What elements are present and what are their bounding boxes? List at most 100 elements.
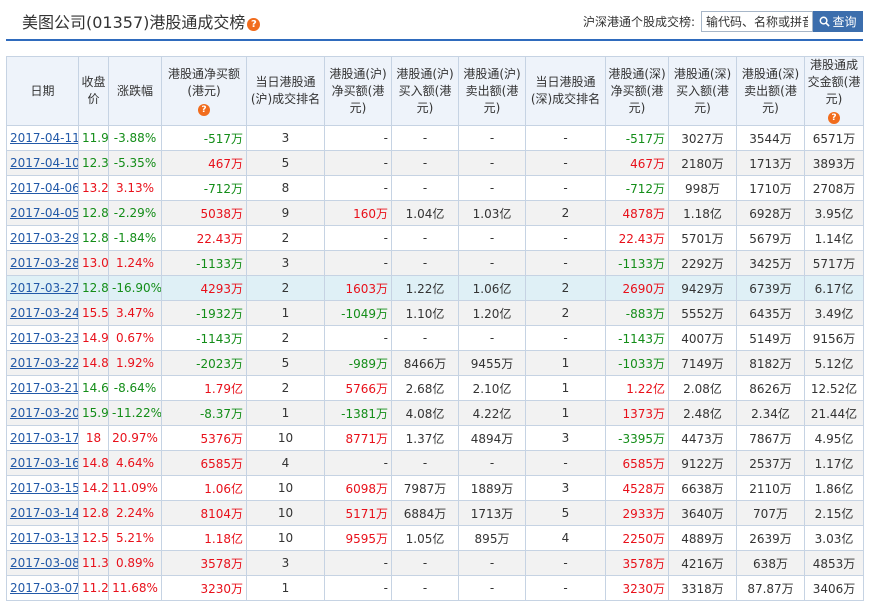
table-cell: 160万 (324, 200, 392, 226)
cell-value: 14.22 (82, 481, 109, 495)
cell-value: 9 (281, 206, 290, 220)
table-cell: 2 (246, 275, 325, 301)
date-link[interactable]: 2017-03-20 (10, 406, 78, 420)
cell-value: 1373万 (622, 406, 665, 421)
cell-value: 4.95亿 (814, 431, 854, 446)
table-cell: - (525, 450, 606, 476)
cell-value: - (489, 256, 495, 270)
cell-value: 2.15亿 (814, 506, 854, 521)
cell-value: 3578万 (200, 556, 243, 571)
table-cell: 2292万 (668, 250, 737, 276)
table-cell: 3.49亿 (804, 300, 864, 326)
cell-value: 8466万 (403, 356, 447, 371)
table-cell: 2 (525, 200, 606, 226)
cell-value: 3.47% (115, 306, 155, 320)
cell-value: 2 (281, 281, 290, 295)
date-link[interactable]: 2017-03-21 (10, 381, 78, 395)
cell-value: 2110万 (749, 481, 792, 496)
table-cell: - (324, 125, 392, 151)
date-link[interactable]: 2017-03-16 (10, 456, 78, 470)
cell-value: - (563, 556, 568, 570)
cell-value: - (489, 131, 495, 145)
table-cell: 1 (525, 350, 606, 376)
question-icon[interactable]: ? (198, 103, 210, 116)
date-link[interactable]: 2017-03-24 (10, 306, 78, 320)
cell-value: 9595万 (345, 531, 388, 546)
table-cell: 4 (525, 525, 606, 551)
column-header-label: 港股通(深)净买额(港元) (608, 66, 666, 115)
date-link[interactable]: 2017-04-06 (10, 181, 78, 195)
table-cell: 10 (246, 475, 325, 501)
column-header: 港股通(沪)净买额(港元) (324, 56, 392, 126)
table-cell: 1 (246, 400, 325, 426)
cell-value: 3.03亿 (814, 531, 854, 546)
cell-value: 3406万 (812, 581, 856, 596)
cell-value: 2.48亿 (683, 406, 722, 421)
table-cell: - (391, 250, 459, 276)
cell-value: - (489, 331, 495, 345)
date-link[interactable]: 2017-03-17 (10, 431, 78, 445)
cell-value: 9122万 (681, 456, 724, 471)
cell-value: 467万 (208, 156, 243, 171)
date-link[interactable]: 2017-03-14 (10, 506, 78, 520)
table-cell: 1373万 (605, 400, 669, 426)
table-cell: 3 (525, 425, 606, 451)
page-header: 美图公司(01357)港股通成交榜? 沪深港通个股成交榜: 查询 (0, 0, 873, 46)
date-link[interactable]: 2017-04-05 (10, 206, 78, 220)
table-cell: 6435万 (736, 300, 805, 326)
cell-value: 3230万 (622, 581, 665, 596)
cell-value: 998万 (685, 181, 720, 196)
cell-value: 5.21% (115, 531, 155, 545)
table-cell: 2.08亿 (668, 375, 737, 401)
table-cell: 1.05亿 (391, 525, 459, 551)
table-cell: 3578万 (605, 550, 669, 576)
cell-value: 15.5 (82, 306, 109, 320)
table-cell: 4007万 (668, 325, 737, 351)
cell-value: 12.52亿 (810, 381, 858, 396)
cell-value: - (383, 556, 388, 570)
cell-value: - (422, 556, 428, 570)
cell-value: 5766万 (345, 381, 388, 396)
question-icon[interactable]: ? (828, 112, 840, 124)
cell-value: 467万 (630, 156, 665, 171)
date-link[interactable]: 2017-03-08 (10, 556, 78, 570)
cell-value: -1143万 (196, 331, 243, 346)
date-link[interactable]: 2017-03-27 (10, 281, 78, 295)
search-label: 沪深港通个股成交榜: (582, 15, 695, 29)
cell-value: 1.22亿 (405, 281, 445, 296)
date-link[interactable]: 2017-03-13 (10, 531, 78, 545)
date-link[interactable]: 2017-04-10 (10, 156, 78, 170)
table-row: 2017-04-10 12.38 -5.35% 467万 5 - - - - 467万 2180万 1… (6, 150, 864, 176)
table-cell: 5.12亿 (804, 350, 864, 376)
search-input[interactable] (701, 11, 813, 32)
search-button[interactable]: 查询 (813, 11, 863, 32)
column-header: 日期 (6, 56, 79, 126)
date-link[interactable]: 2017-03-22 (10, 356, 78, 370)
date-link[interactable]: 2017-03-23 (10, 331, 78, 345)
table-cell: 14.88 (78, 450, 109, 476)
cell-value: - (489, 156, 495, 170)
date-link[interactable]: 2017-03-28 (10, 256, 78, 270)
date-link[interactable]: 2017-04-11 (10, 131, 78, 145)
column-header-label: 涨跌幅 (116, 83, 153, 98)
table-cell: 4293万 (161, 275, 247, 301)
table-cell: 21.44亿 (804, 400, 864, 426)
table-cell: 1713万 (458, 500, 526, 526)
table-cell: 2017-03-14 (6, 500, 79, 526)
table-cell: 5701万 (668, 225, 737, 251)
date-link[interactable]: 2017-03-07 (10, 581, 78, 595)
trading-table-container: 日期 收盘价 涨跌幅 港股通净买额(港元)? 当日港股通(沪)成交排名 港股通(沪)净买额… (6, 56, 864, 601)
cell-value: -517万 (625, 131, 665, 146)
date-link[interactable]: 2017-03-29 (10, 231, 78, 245)
question-icon[interactable]: ? (247, 18, 261, 31)
table-cell: 2639万 (736, 525, 805, 551)
column-header-label: 当日港股通(深)成交排名 (530, 75, 601, 106)
table-body: 2017-04-11 11.9 -3.88% -517万 3 - - - - -517万 3027万… (6, 125, 864, 601)
table-cell: 6585万 (161, 450, 247, 476)
column-header: 收盘价 (78, 56, 109, 126)
table-cell: 5552万 (668, 300, 737, 326)
table-cell: - (391, 150, 459, 176)
cell-value: 1.04亿 (405, 206, 445, 221)
date-link[interactable]: 2017-03-15 (10, 481, 78, 495)
cell-value: 4.64% (115, 456, 155, 470)
